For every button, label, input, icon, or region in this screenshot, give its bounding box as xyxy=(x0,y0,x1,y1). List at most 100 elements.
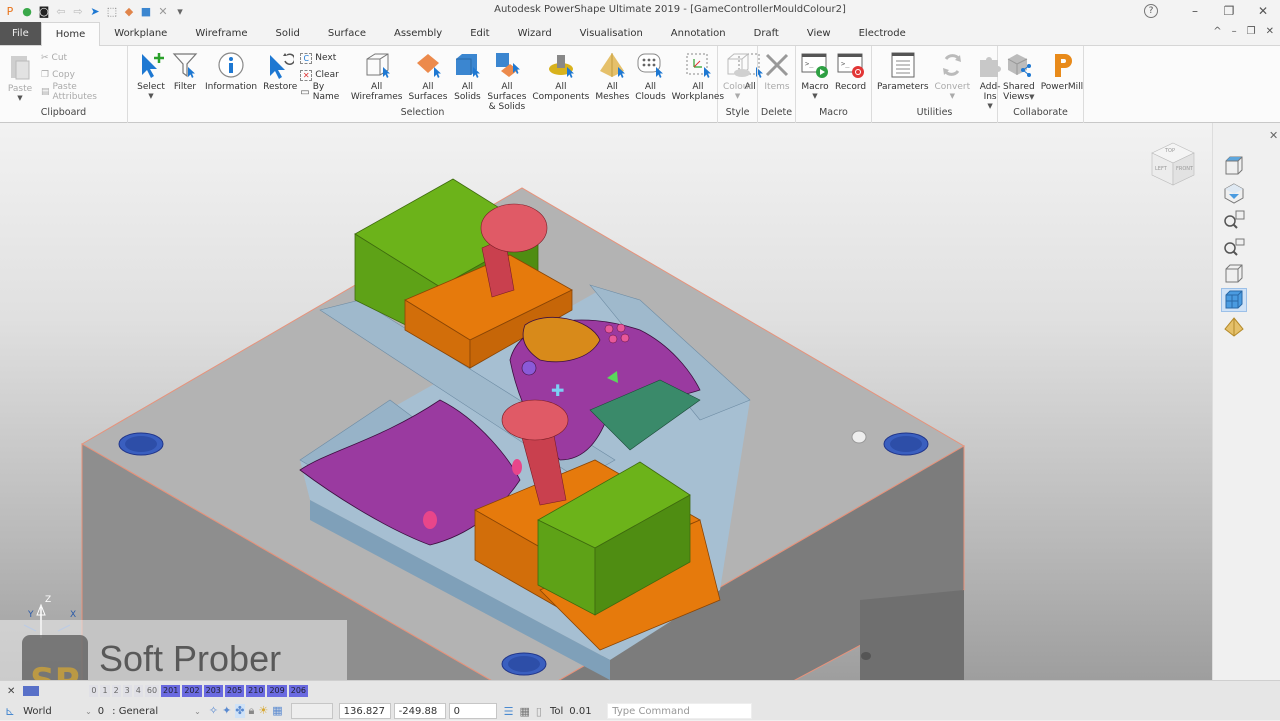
mesh-view-button[interactable] xyxy=(1221,315,1247,339)
view-cube-top-label[interactable]: TOP xyxy=(1165,148,1175,154)
level-manager-icon[interactable] xyxy=(23,686,40,696)
view-toolbar: ✕ xyxy=(1212,123,1280,680)
restore-button[interactable]: ❐ xyxy=(1212,4,1246,18)
level-button[interactable]: 4 xyxy=(133,685,143,697)
level-button[interactable]: 60 xyxy=(144,685,160,697)
next-button[interactable]: C Next xyxy=(300,51,342,65)
wireframe-view-button[interactable] xyxy=(1221,262,1247,286)
level-button[interactable]: 3 xyxy=(122,685,132,697)
level-button[interactable]: 209 xyxy=(267,685,287,697)
collapse-ribbon-button[interactable]: ^ xyxy=(1213,26,1221,37)
solid-select-icon[interactable]: ■ xyxy=(139,4,153,18)
level-button[interactable]: 205 xyxy=(224,685,245,697)
level-button[interactable]: 2 xyxy=(111,685,121,697)
delete-icon[interactable]: ✕ xyxy=(156,4,170,18)
camera-icon[interactable]: ◙ xyxy=(37,4,51,18)
sphere-icon[interactable]: ● xyxy=(20,4,34,18)
calculator-icon[interactable]: ▦ xyxy=(520,705,530,718)
tab-draft[interactable]: Draft xyxy=(740,22,793,45)
clear-button[interactable]: ✕ Clear xyxy=(300,68,342,82)
level-button[interactable]: 0 xyxy=(89,685,99,697)
tab-wizard[interactable]: Wizard xyxy=(504,22,566,45)
copy-button[interactable]: ❐ Copy xyxy=(41,68,124,82)
x-coordinate-field[interactable]: 136.827 xyxy=(338,703,391,719)
model-viewport[interactable]: ✚ TOP LEFT FRONT Z Y X xyxy=(0,123,1212,680)
level-dropdown-icon[interactable]: ⌄ xyxy=(194,707,201,716)
tab-annotation[interactable]: Annotation xyxy=(657,22,740,45)
doc-close-button[interactable]: ✕ xyxy=(1266,26,1274,37)
wireframe-cube-icon xyxy=(363,50,391,80)
paste-icon xyxy=(6,52,34,82)
snap-icon[interactable]: ✧ xyxy=(209,704,218,718)
tab-surface[interactable]: Surface xyxy=(314,22,380,45)
wireframe-select-icon[interactable]: ⬚ xyxy=(105,4,119,18)
title-bar: P ● ◙ ⇦ ⇨ ➤ ⬚ ◆ ■ ✕ ▾ Autodesk PowerShape Ultimate… xyxy=(0,0,1280,22)
tab-electrode[interactable]: Electrode xyxy=(845,22,920,45)
level-select[interactable]: : General xyxy=(112,706,194,717)
select-icon[interactable]: ➤ xyxy=(88,4,102,18)
shared-views-icon xyxy=(1005,50,1033,80)
selection-group-label: Selection xyxy=(400,107,445,118)
tab-visualisation[interactable]: Visualisation xyxy=(566,22,657,45)
pin-icon[interactable]: ✦ xyxy=(222,704,231,718)
close-panel-icon[interactable]: ✕ xyxy=(1269,129,1278,142)
snap-grid-icon[interactable]: ✤ xyxy=(235,704,245,718)
tab-file[interactable]: File xyxy=(0,22,41,45)
customize-qat-icon[interactable]: ▾ xyxy=(173,4,187,18)
workplane-dropdown-icon[interactable]: ⌄ xyxy=(85,707,92,716)
level-button[interactable]: 206 xyxy=(288,685,309,697)
view-cube-left-label[interactable]: LEFT xyxy=(1155,166,1167,172)
light-icon[interactable]: ☀ xyxy=(258,704,268,718)
view-top-button[interactable] xyxy=(1221,154,1247,178)
shared-views-dropdown-icon: ▼ xyxy=(1029,93,1035,101)
by-name-button[interactable]: ▭ By Name xyxy=(300,82,342,102)
tolerance-value[interactable]: 0.01 xyxy=(569,706,599,717)
help-icon[interactable]: ? xyxy=(1144,4,1158,18)
view-cube[interactable]: TOP LEFT FRONT xyxy=(1150,141,1196,187)
tab-workplane[interactable]: Workplane xyxy=(100,22,181,45)
quick-access-toolbar: P ● ◙ ⇦ ⇨ ➤ ⬚ ◆ ■ ✕ ▾ xyxy=(0,0,187,22)
tab-home[interactable]: Home xyxy=(40,22,101,46)
powershape-logo-icon[interactable]: P xyxy=(3,4,17,18)
zoom-fit-button[interactable] xyxy=(1221,208,1247,232)
minimize-button[interactable]: – xyxy=(1178,4,1212,18)
command-input[interactable]: Type Command xyxy=(607,703,753,719)
level-button[interactable]: 203 xyxy=(203,685,223,697)
shaded-view-button[interactable] xyxy=(1221,288,1247,312)
grid-icon[interactable]: ▦ xyxy=(272,704,282,718)
view-cube-front-label[interactable]: FRONT xyxy=(1176,166,1193,172)
tab-solid[interactable]: Solid xyxy=(262,22,314,45)
level-button[interactable]: 210 xyxy=(246,685,266,697)
level-button[interactable]: 202 xyxy=(182,685,202,697)
undo-icon[interactable]: ⇦ xyxy=(54,4,68,18)
tab-wireframe[interactable]: Wireframe xyxy=(181,22,261,45)
mesh-pyramid-icon xyxy=(598,50,626,80)
paste-attributes-button[interactable]: ▤ Paste Attributes xyxy=(41,82,124,102)
surface-select-icon[interactable]: ◆ xyxy=(122,4,136,18)
workplane-select[interactable]: World xyxy=(23,706,83,717)
ruler-icon[interactable]: ▯ xyxy=(536,705,542,718)
level-button[interactable]: 1 xyxy=(100,685,110,697)
cut-button[interactable]: ✂ Cut xyxy=(41,51,124,65)
clear-selection-icon: ✕ xyxy=(300,69,313,81)
lock-icon[interactable]: 🔒︎ xyxy=(249,704,255,718)
list-icon[interactable]: ☰ xyxy=(504,705,514,718)
doc-restore-button[interactable]: ❐ xyxy=(1247,26,1256,37)
y-coordinate-field[interactable]: -249.88 xyxy=(393,703,446,719)
z-coordinate-field[interactable]: 0 xyxy=(448,703,497,719)
redo-icon[interactable]: ⇨ xyxy=(71,4,85,18)
tab-view[interactable]: View xyxy=(793,22,845,45)
level-number: 0 xyxy=(97,705,105,717)
tab-assembly[interactable]: Assembly xyxy=(380,22,456,45)
close-level-bar-icon[interactable]: ✕ xyxy=(7,686,15,697)
doc-minimize-button[interactable]: – xyxy=(1232,26,1237,37)
level-button[interactable]: 201 xyxy=(161,685,181,697)
close-button[interactable]: ✕ xyxy=(1246,4,1280,18)
clipboard-group-label: Clipboard xyxy=(40,107,87,118)
select-dropdown-icon: ▼ xyxy=(148,92,154,100)
view-iso-button[interactable] xyxy=(1221,181,1247,205)
colour-dropdown-icon: ▼ xyxy=(734,92,741,100)
tab-edit[interactable]: Edit xyxy=(456,22,503,45)
zoom-box-button[interactable] xyxy=(1221,235,1247,259)
shaded-view-icon xyxy=(1225,290,1243,309)
